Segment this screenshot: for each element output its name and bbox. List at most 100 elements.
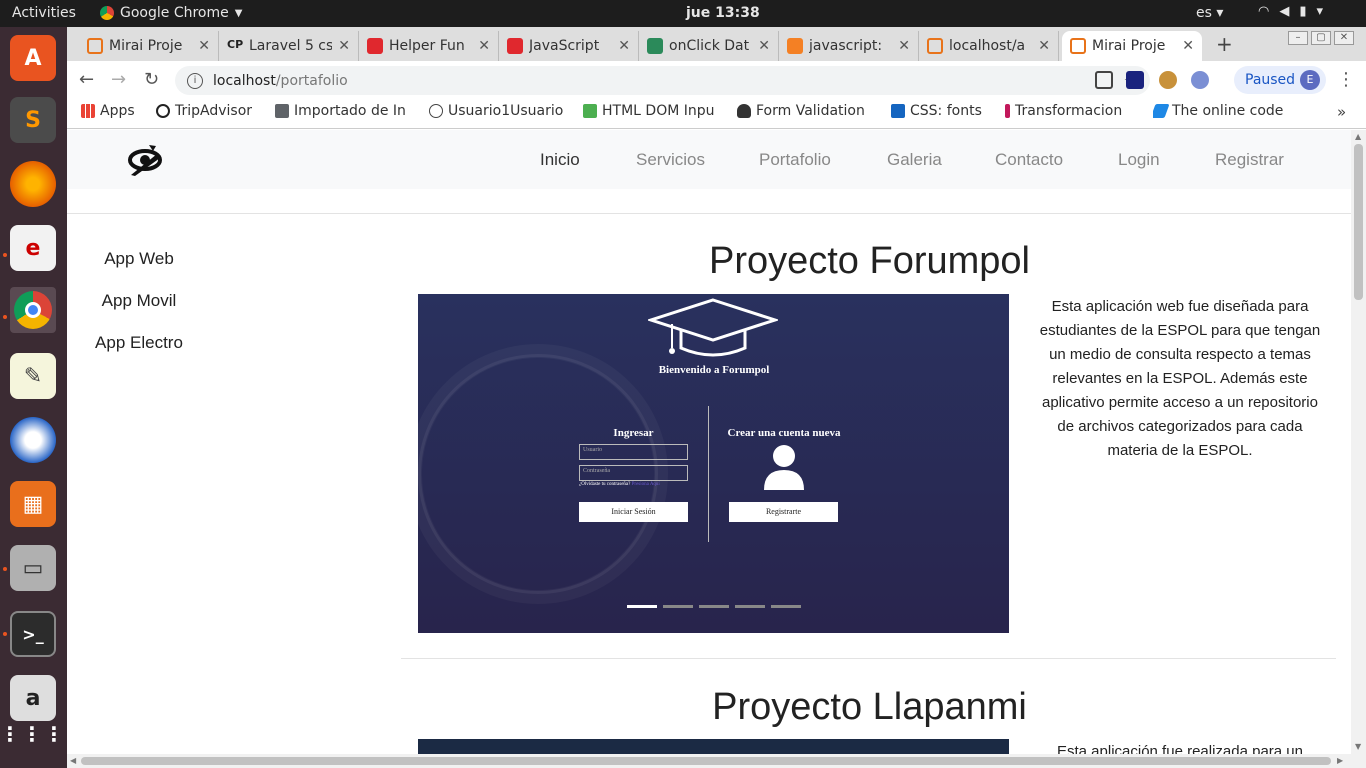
profile-status: Paused (1245, 72, 1296, 88)
scroll-left-icon[interactable]: ◀ (70, 756, 76, 765)
scrollbar-thumb[interactable] (1354, 144, 1363, 300)
privacy-extension-icon[interactable] (1191, 71, 1209, 89)
close-icon[interactable]: ✕ (338, 38, 350, 54)
project-screenshot-carousel[interactable]: Bienvenido a Forumpol Ingresar Usuario C… (418, 294, 1009, 633)
nav-galeria[interactable]: Galeria (887, 150, 942, 170)
os-top-bar: Activities Google Chrome ▼ jue 13:38 es … (0, 0, 1366, 27)
carousel-indicator[interactable] (627, 605, 657, 608)
transform-icon (1005, 104, 1010, 118)
bookmark-folder[interactable]: Importado de In (275, 103, 413, 119)
nav-portafolio[interactable]: Portafolio (759, 150, 831, 170)
scroll-up-icon[interactable]: ▲ (1355, 132, 1361, 141)
close-icon[interactable]: ✕ (1182, 38, 1194, 54)
forward-button[interactable]: → (111, 69, 126, 90)
new-tab-button[interactable]: + (1216, 32, 1233, 56)
chrome-dock-icon[interactable] (10, 287, 56, 333)
bookmark-label: CSS: fonts (910, 103, 982, 119)
language-indicator[interactable]: es ▾ (1196, 5, 1223, 21)
thunderbird-icon[interactable] (10, 417, 56, 463)
reader-extension-icon[interactable] (1126, 71, 1144, 89)
tab-title: Mirai Proje (1092, 38, 1166, 54)
system-tray[interactable]: ◠ ◀ ▮ ▾ (1258, 4, 1323, 19)
back-button[interactable]: ← (79, 69, 94, 90)
nav-contacto[interactable]: Contacto (995, 150, 1063, 170)
minimize-button[interactable]: – (1288, 31, 1308, 45)
app-name: Google Chrome (120, 5, 229, 21)
sidebar-item-app-web[interactable]: App Web (69, 249, 209, 269)
document-viewer-icon[interactable]: e (10, 225, 56, 271)
more-bookmarks-icon[interactable]: » (1337, 103, 1346, 121)
vertical-scrollbar[interactable]: ▲ ▼ (1351, 130, 1366, 754)
bookmark-item[interactable]: Usuario1Usuario (429, 103, 567, 119)
bookmark-item[interactable]: The online code (1153, 103, 1303, 119)
bookmark-label: The online code (1172, 103, 1284, 119)
xampp-favicon-icon (1070, 38, 1086, 54)
carousel-indicator[interactable] (699, 605, 729, 608)
terminal-icon[interactable]: >_ (10, 611, 56, 657)
sidebar-item-app-electro[interactable]: App Electro (69, 333, 209, 353)
scroll-down-icon[interactable]: ▼ (1355, 742, 1361, 751)
maximize-button[interactable]: ▢ (1311, 31, 1331, 45)
close-icon[interactable]: ✕ (198, 38, 210, 54)
app-menu[interactable]: Google Chrome ▼ (100, 5, 242, 21)
close-icon[interactable]: ✕ (478, 38, 490, 54)
bookmark-item[interactable]: CSS: fonts (891, 103, 1011, 119)
carousel-indicator[interactable] (663, 605, 693, 608)
close-icon[interactable]: ✕ (618, 38, 630, 54)
activities-button[interactable]: Activities (12, 5, 76, 21)
username-input: Usuario (579, 444, 688, 460)
nav-servicios[interactable]: Servicios (636, 150, 705, 170)
nav-login[interactable]: Login (1118, 150, 1160, 170)
running-indicator (3, 315, 7, 319)
bookmark-item[interactable]: Form Validation (737, 103, 875, 119)
bookmark-apps[interactable]: Apps (81, 103, 135, 119)
window-controls: – ▢ ✕ (1288, 31, 1354, 45)
impress-icon[interactable]: ▦ (10, 481, 56, 527)
project-screenshot-carousel[interactable] (418, 739, 1009, 754)
sublime-text-icon[interactable]: S (10, 97, 56, 143)
sidebar-item-app-movil[interactable]: App Movil (69, 291, 209, 311)
carousel-indicator[interactable] (735, 605, 765, 608)
bookmark-item[interactable]: TripAdvisor (156, 103, 266, 119)
tab[interactable]: Helper Fun ✕ (359, 31, 499, 61)
close-icon[interactable]: ✕ (758, 38, 770, 54)
address-bar[interactable]: i localhost/portafolio ☆ (175, 66, 1150, 95)
scrollbar-thumb[interactable] (81, 757, 1331, 765)
profile-button[interactable]: Paused E (1234, 66, 1326, 94)
bookmark-item[interactable]: Transformacion (1005, 103, 1137, 119)
tab[interactable]: CP Laravel 5 cs ✕ (219, 31, 359, 61)
reload-button[interactable]: ↻ (144, 69, 159, 90)
show-apps-icon[interactable]: ⋮⋮⋮ (0, 711, 64, 757)
carousel-indicator[interactable] (771, 605, 801, 608)
site-logo-icon[interactable] (127, 142, 163, 178)
files-icon[interactable]: ▭ (10, 545, 56, 591)
tab-title: localhost/a (949, 38, 1026, 54)
tab[interactable]: javascript: ✕ (779, 31, 919, 61)
tab-title: JavaScript (529, 38, 600, 54)
browser-toolbar: ← → ↻ i localhost/portafolio ☆ Paused E … (67, 61, 1366, 99)
scroll-right-icon[interactable]: ▶ (1337, 756, 1343, 765)
nav-inicio[interactable]: Inicio (540, 150, 580, 170)
laravel-favicon-icon (367, 38, 383, 54)
divider (708, 406, 709, 542)
text-editor-icon[interactable]: ✎ (10, 353, 56, 399)
tab[interactable]: onClick Dat ✕ (639, 31, 779, 61)
laravel-favicon-icon (507, 38, 523, 54)
tab-active[interactable]: Mirai Proje ✕ (1062, 31, 1202, 61)
tab[interactable]: localhost/a ✕ (919, 31, 1059, 61)
bookmark-item[interactable]: HTML DOM Inpu (583, 103, 721, 119)
firefox-icon[interactable] (10, 161, 56, 207)
tab[interactable]: Mirai Proje ✕ (79, 31, 219, 61)
menu-icon[interactable]: ⋮ (1337, 69, 1355, 90)
clock[interactable]: jue 13:38 (686, 5, 760, 21)
horizontal-scrollbar[interactable]: ◀ ▶ (67, 754, 1366, 768)
cookie-extension-icon[interactable] (1159, 71, 1177, 89)
nav-registrar[interactable]: Registrar (1215, 150, 1284, 170)
tab[interactable]: JavaScript ✕ (499, 31, 639, 61)
tripadvisor-icon (156, 104, 170, 118)
software-center-icon[interactable]: A (10, 35, 56, 81)
screenshot-extension-icon[interactable] (1095, 71, 1113, 89)
close-window-button[interactable]: ✕ (1334, 31, 1354, 45)
close-icon[interactable]: ✕ (1038, 38, 1050, 54)
close-icon[interactable]: ✕ (898, 38, 910, 54)
